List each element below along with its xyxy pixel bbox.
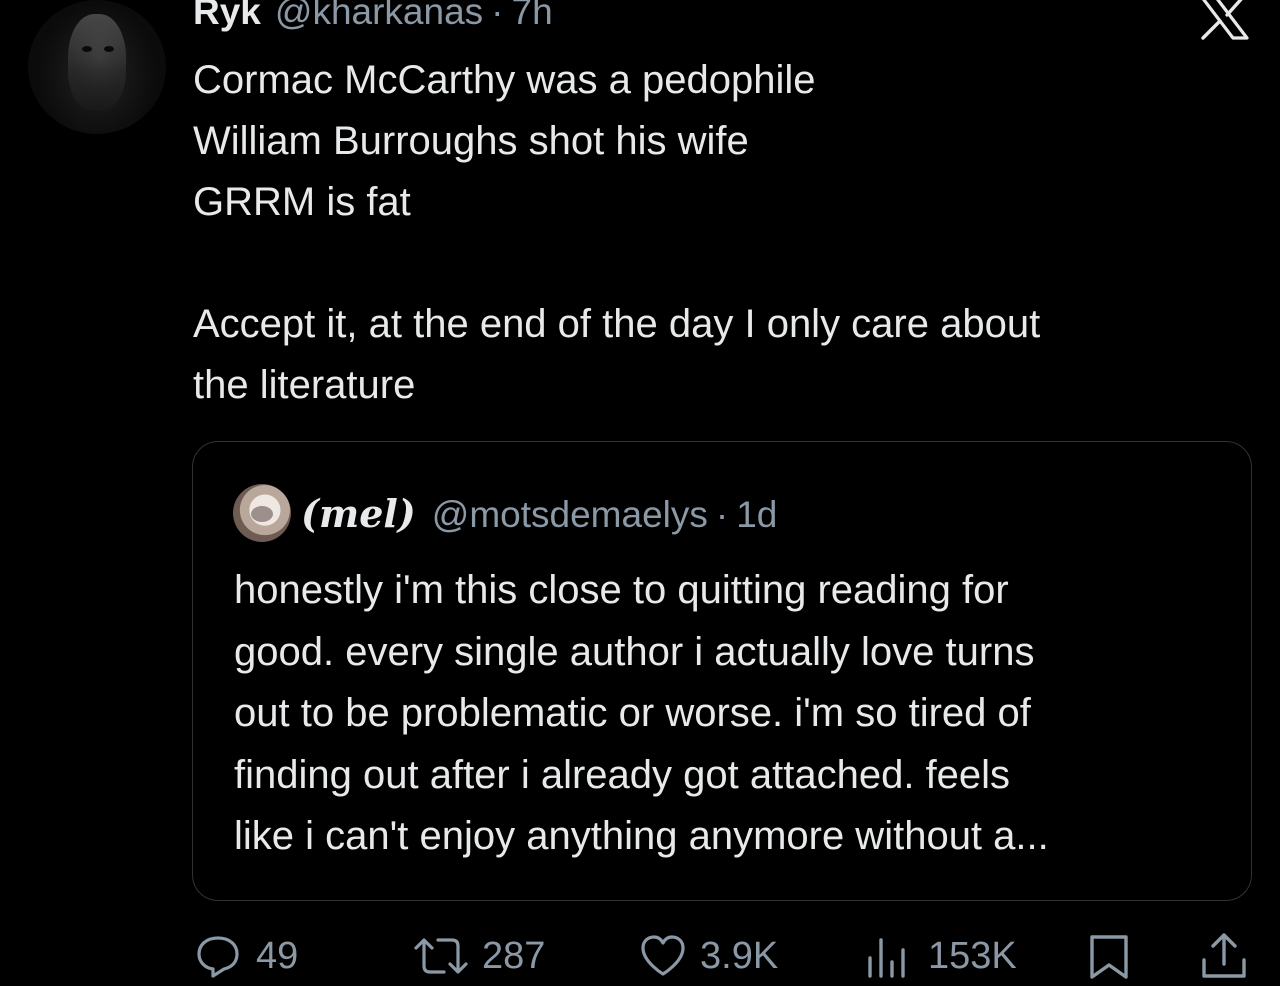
x-logo-icon	[1201, 0, 1249, 40]
tweet-timestamp[interactable]: 7h	[512, 0, 553, 40]
heart-icon	[641, 935, 685, 976]
views-count: 153K	[928, 934, 1017, 977]
repost-button[interactable]: 287	[412, 928, 545, 984]
views-icon	[868, 938, 905, 978]
quoted-author-display-name[interactable]: (mel)	[301, 486, 416, 542]
tweet-line: the literature	[193, 363, 416, 407]
author-display-name[interactable]: Ryk	[193, 0, 261, 40]
like-count: 3.9K	[700, 934, 779, 977]
repost-count: 287	[482, 934, 546, 977]
views-button[interactable]: 153K	[864, 928, 1017, 984]
reply-count: 49	[256, 934, 299, 977]
tweet-header: Ryk @kharkanas · 7h	[193, 0, 553, 40]
avatar-face	[68, 14, 126, 110]
tweet-text: Cormac McCarthy was a pedophile William …	[193, 50, 1243, 416]
quoted-tweet-line: out to be problematic or worse. i'm so t…	[234, 691, 1031, 735]
quoted-tweet-text: honestly i'm this close to quitting read…	[234, 560, 1234, 868]
quoted-tweet-line: honestly i'm this close to quitting read…	[234, 568, 1009, 612]
tweet-line: Accept it, at the end of the day I only …	[193, 302, 1041, 346]
quoted-tweet-line: like i can't enjoy anything anymore with…	[234, 814, 1049, 858]
bookmark-button[interactable]	[1086, 928, 1132, 984]
avatar-eye-right	[104, 46, 114, 52]
quoted-header-separator: ·	[715, 494, 729, 535]
avatar-eye-left	[82, 46, 92, 52]
reply-button[interactable]: 49	[194, 928, 298, 984]
quoted-tweet-line: good. every single author i actually lov…	[234, 629, 1035, 674]
tweet-line: William Burroughs shot his wife	[193, 119, 749, 163]
quoted-tweet-header: (mel) @motsdemaelys · 1d	[301, 486, 777, 543]
quoted-author-avatar[interactable]	[233, 484, 291, 542]
like-button[interactable]: 3.9K	[638, 928, 778, 984]
header-separator: ·	[491, 0, 504, 32]
quoted-tweet-line: finding out after i already got attached…	[234, 752, 1011, 797]
reply-icon	[197, 936, 239, 978]
share-button[interactable]	[1198, 928, 1250, 984]
author-handle[interactable]: @kharkanas	[275, 0, 483, 40]
quoted-author-handle[interactable]: @motsdemaelys	[432, 487, 708, 543]
tweet-line: Cormac McCarthy was a pedophile	[193, 58, 816, 102]
quoted-tweet-card[interactable]: (mel) @motsdemaelys · 1d honestly i'm th…	[192, 441, 1252, 901]
quoted-tweet-timestamp[interactable]: 1d	[736, 487, 777, 543]
repost-icon	[414, 938, 468, 974]
bookmark-icon	[1090, 935, 1128, 979]
share-icon	[1202, 933, 1246, 978]
tweet-line: GRRM is fat	[193, 180, 411, 224]
author-avatar[interactable]	[28, 0, 166, 134]
